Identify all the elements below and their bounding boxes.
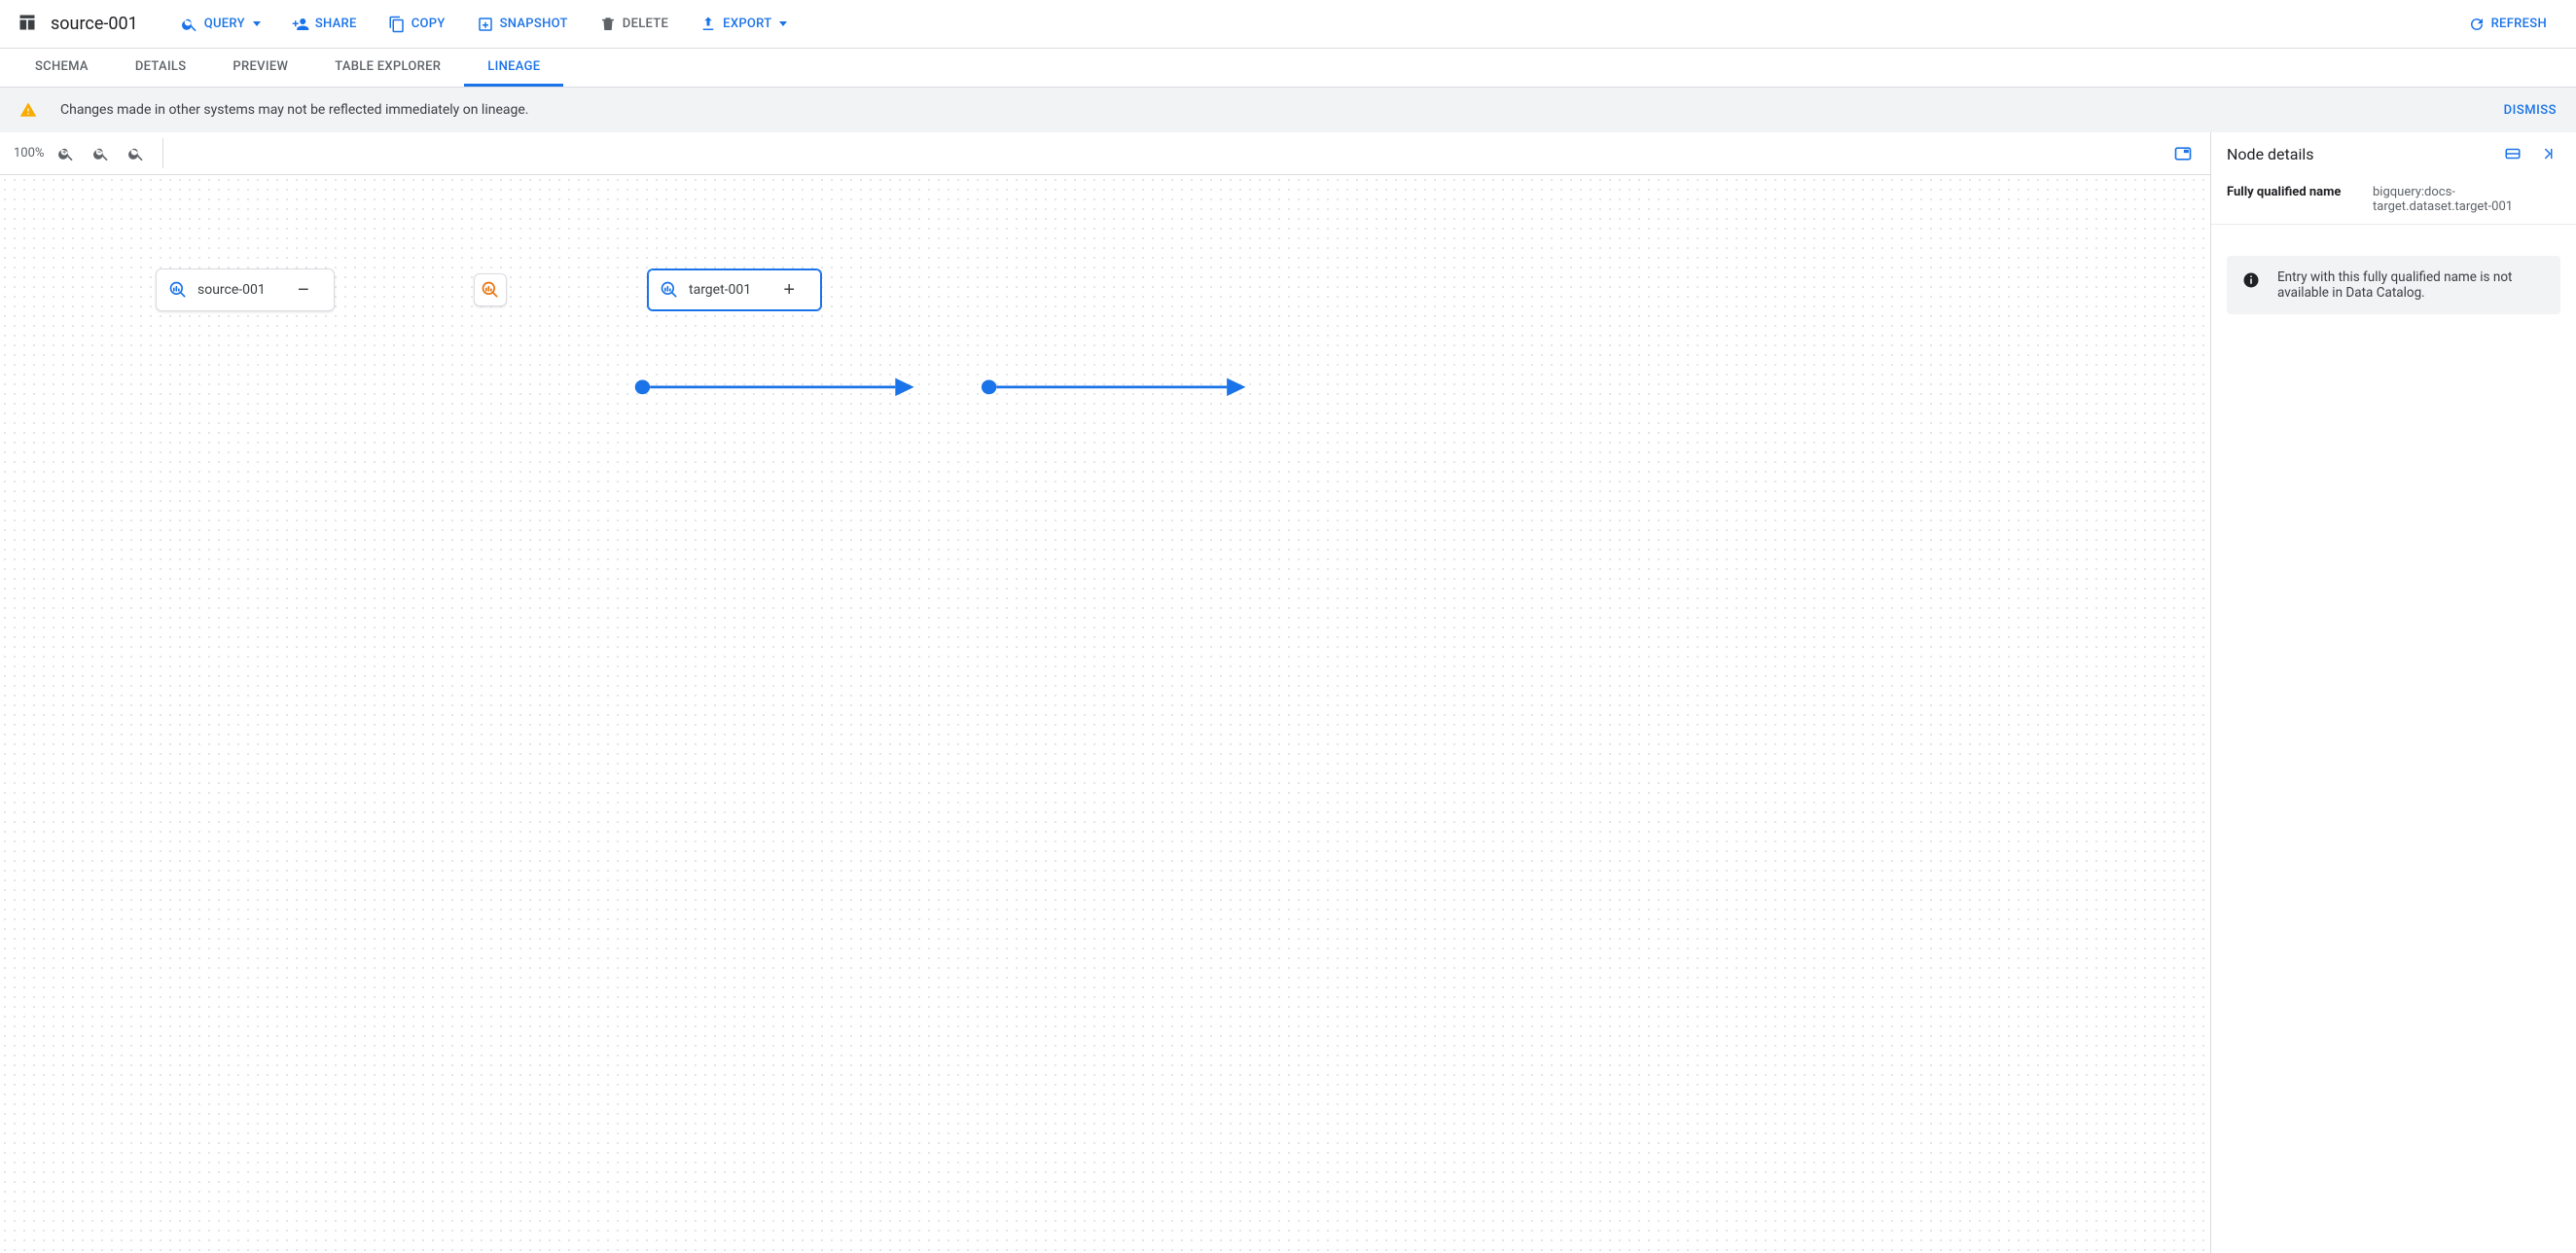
expand-panel-button[interactable] <box>2500 141 2525 166</box>
main-split: 100% <box>0 132 2576 1253</box>
zoom-reset-button[interactable] <box>124 141 149 166</box>
zoom-in-button[interactable] <box>54 141 79 166</box>
details-header: Node details <box>2211 132 2576 175</box>
minimap-toggle-button[interactable] <box>2169 140 2197 167</box>
details-note: Entry with this fully qualified name is … <box>2227 256 2560 314</box>
dismiss-button[interactable]: Dismiss <box>2504 103 2557 118</box>
lineage-graph[interactable]: source-001 − target-001 + <box>0 175 2210 1253</box>
chevron-down-icon <box>779 21 787 26</box>
info-icon <box>2242 271 2260 289</box>
query-button[interactable]: Query <box>169 10 272 39</box>
fqn-row: Fully qualified name bigquery:docs-targe… <box>2211 175 2576 225</box>
lineage-node-target[interactable]: target-001 + <box>647 268 822 311</box>
bigquery-icon <box>168 280 188 300</box>
tabs: Schema Details Preview Table Explorer Li… <box>0 49 2576 88</box>
warning-icon <box>19 101 37 119</box>
canvas-toolbar: 100% <box>0 132 2210 175</box>
tab-preview[interactable]: Preview <box>209 49 311 87</box>
zoom-out-button[interactable] <box>89 141 114 166</box>
lineage-canvas-area: 100% <box>0 132 2211 1253</box>
banner-message: Changes made in other systems may not be… <box>60 102 529 118</box>
collapse-panel-button[interactable] <box>2535 141 2560 166</box>
details-note-text: Entry with this fully qualified name is … <box>2277 269 2545 301</box>
expand-node-button[interactable]: + <box>778 279 800 301</box>
export-button[interactable]: Export <box>688 10 799 39</box>
copy-button[interactable]: Copy <box>376 10 457 39</box>
share-button[interactable]: Share <box>280 10 369 39</box>
bigquery-icon <box>481 280 500 300</box>
title-wrap: source-001 <box>18 13 138 36</box>
lineage-edges <box>0 175 2210 1253</box>
tab-schema[interactable]: Schema <box>12 49 112 87</box>
table-icon <box>18 13 37 36</box>
lineage-process-node[interactable] <box>474 273 507 306</box>
node-label: target-001 <box>689 282 751 298</box>
refresh-button[interactable]: Refresh <box>2456 10 2558 39</box>
toolbar-separator <box>162 138 163 168</box>
tab-table-explorer[interactable]: Table Explorer <box>311 49 464 87</box>
top-action-bar: source-001 Query Share Copy Snapshot Del… <box>0 0 2576 49</box>
chevron-down-icon <box>253 21 261 26</box>
page-title: source-001 <box>51 14 138 34</box>
lineage-node-source[interactable]: source-001 − <box>156 268 335 311</box>
tab-lineage[interactable]: Lineage <box>464 49 563 87</box>
zoom-level: 100% <box>14 146 44 161</box>
fqn-label: Fully qualified name <box>2227 185 2373 214</box>
info-banner: Changes made in other systems may not be… <box>0 88 2576 132</box>
snapshot-button[interactable]: Snapshot <box>465 10 580 39</box>
collapse-node-button[interactable]: − <box>293 279 314 301</box>
details-title: Node details <box>2227 145 2490 163</box>
tab-details[interactable]: Details <box>112 49 210 87</box>
node-label: source-001 <box>197 282 266 298</box>
bigquery-icon <box>660 280 679 300</box>
fqn-value: bigquery:docs-target.dataset.target-001 <box>2373 185 2560 214</box>
node-details-panel: Node details Fully qualified name bigque… <box>2211 132 2576 1253</box>
delete-button[interactable]: Delete <box>588 10 680 39</box>
